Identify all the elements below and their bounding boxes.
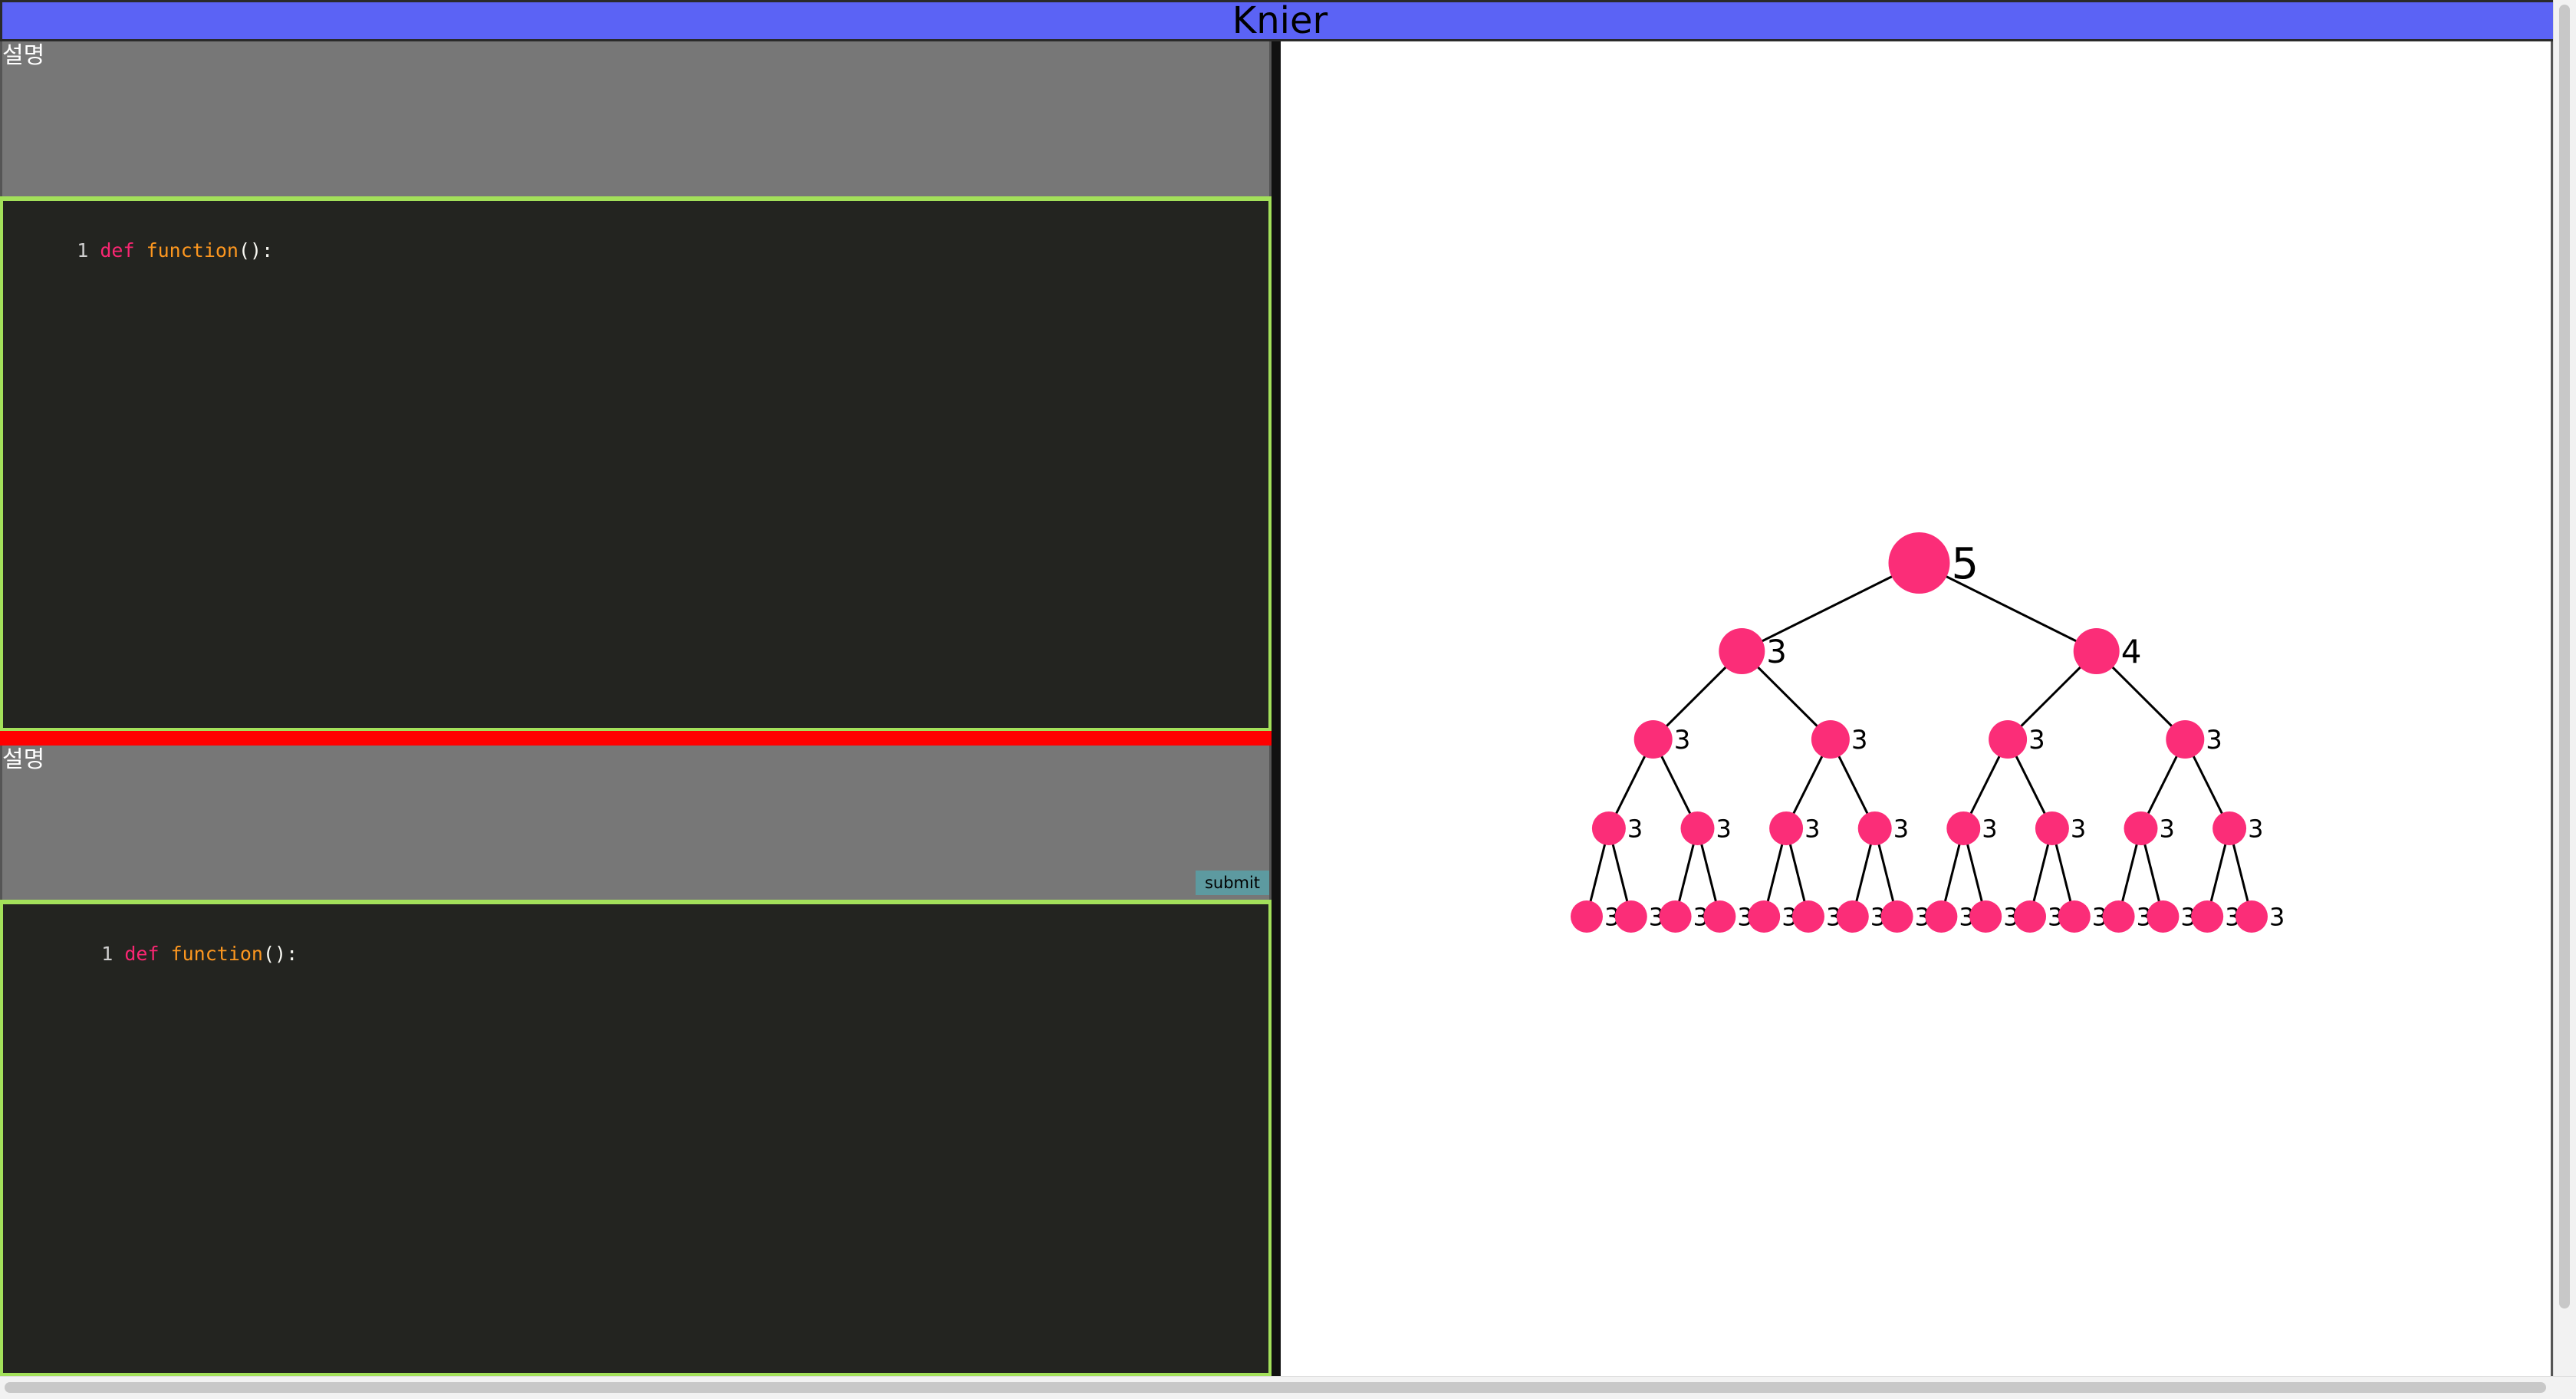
tree-node [2212,811,2247,845]
tree-node [1925,900,1958,933]
bottom-editor-line-1[interactable]: 1 def function(): [55,915,298,993]
top-code-editor[interactable]: 1 def function(): [0,196,1272,731]
bottom-editor-tail: (): [262,943,298,965]
bottom-description-label: 설명 [2,746,45,773]
tree-node [1571,900,1603,933]
tree-node [1946,811,1981,845]
horizontal-scrollbar-thumb[interactable] [5,1382,2546,1393]
vertical-splitter[interactable] [1272,41,1281,1376]
tree-visualization: 53 43 3 3 33 3 3 3 3 3 3 33 3 3 3 3 3 3 3 3 3 3 3 3 3 3 3 [1571,532,2285,933]
tree-node [1880,900,1913,933]
tree-node-label: 3 [1766,633,1787,670]
tree-node-label: 3 [2028,725,2045,755]
tree-node-label: 3 [1893,815,1909,844]
tree-node-label: 3 [1674,725,1691,755]
tree-visualization-panel: 5343333333333333333333333333333 [1281,41,2553,1376]
tree-node [1719,628,1765,674]
tree-node [2235,900,2268,933]
tree-node [1857,811,1892,845]
tree-node-label: 3 [2269,903,2285,932]
tree-node [1633,720,1673,759]
top-editor-line-number: 1 [77,239,89,262]
submit-button[interactable]: submit [1196,871,1269,895]
tree-node [2191,900,2224,933]
tree-node [1591,811,1626,845]
top-editor-keyword: def [100,239,135,262]
tree-node-label: 4 [2121,633,2142,670]
panel-divider[interactable] [0,731,1272,746]
tree-node [1969,900,2002,933]
tree-node-label: 3 [2206,725,2222,755]
tree-node-label: 3 [1851,725,1868,755]
bottom-editor-function-name: function [170,943,263,965]
bottom-editor-line-number: 1 [101,943,114,965]
tree-node [1792,900,1824,933]
tree-node [1748,900,1781,933]
app-title: Knier [1232,0,1328,42]
tree-node [2147,900,2180,933]
bottom-description-panel: 설명 submit [0,746,1272,901]
top-editor-tail: (): [238,239,274,262]
tree-node [2014,900,2046,933]
tree-node-label: 3 [1982,815,1997,844]
tree-node [2102,900,2135,933]
bottom-code-editor[interactable]: 1 def function(): [0,900,1272,1376]
tree-node [1811,720,1850,759]
tree-node-label: 3 [1716,815,1732,844]
tree-node [2035,811,2069,845]
top-description-label: 설명 [2,42,45,69]
tree-node [1703,900,1736,933]
top-description-panel: 설명 [0,41,1272,198]
tree-node-label: 3 [1805,815,1820,844]
tree-node [1614,900,1647,933]
bottom-editor-keyword: def [124,943,160,965]
vertical-scrollbar-thumb[interactable] [2559,5,2570,1308]
tree-node [2124,811,2158,845]
tree-node-label: 3 [2071,815,2086,844]
app-header: Knier [0,0,2560,42]
tree-node-label: 3 [1627,815,1643,844]
top-editor-line-1[interactable]: 1 def function(): [31,212,273,290]
tree-node [2058,900,2091,933]
tree-node [1836,900,1869,933]
tree-node [1659,900,1692,933]
tree-node [1888,532,1950,594]
tree-node [1680,811,1715,845]
tree-node [2073,628,2120,674]
tree-node-label: 3 [2248,815,2263,844]
tree-node [1769,811,1804,845]
tree-node [1989,720,2028,759]
top-editor-function-name: function [146,239,239,262]
tree-node-label: 3 [2160,815,2175,844]
tree-node-label: 5 [1952,539,1979,589]
tree-node [2166,720,2205,759]
